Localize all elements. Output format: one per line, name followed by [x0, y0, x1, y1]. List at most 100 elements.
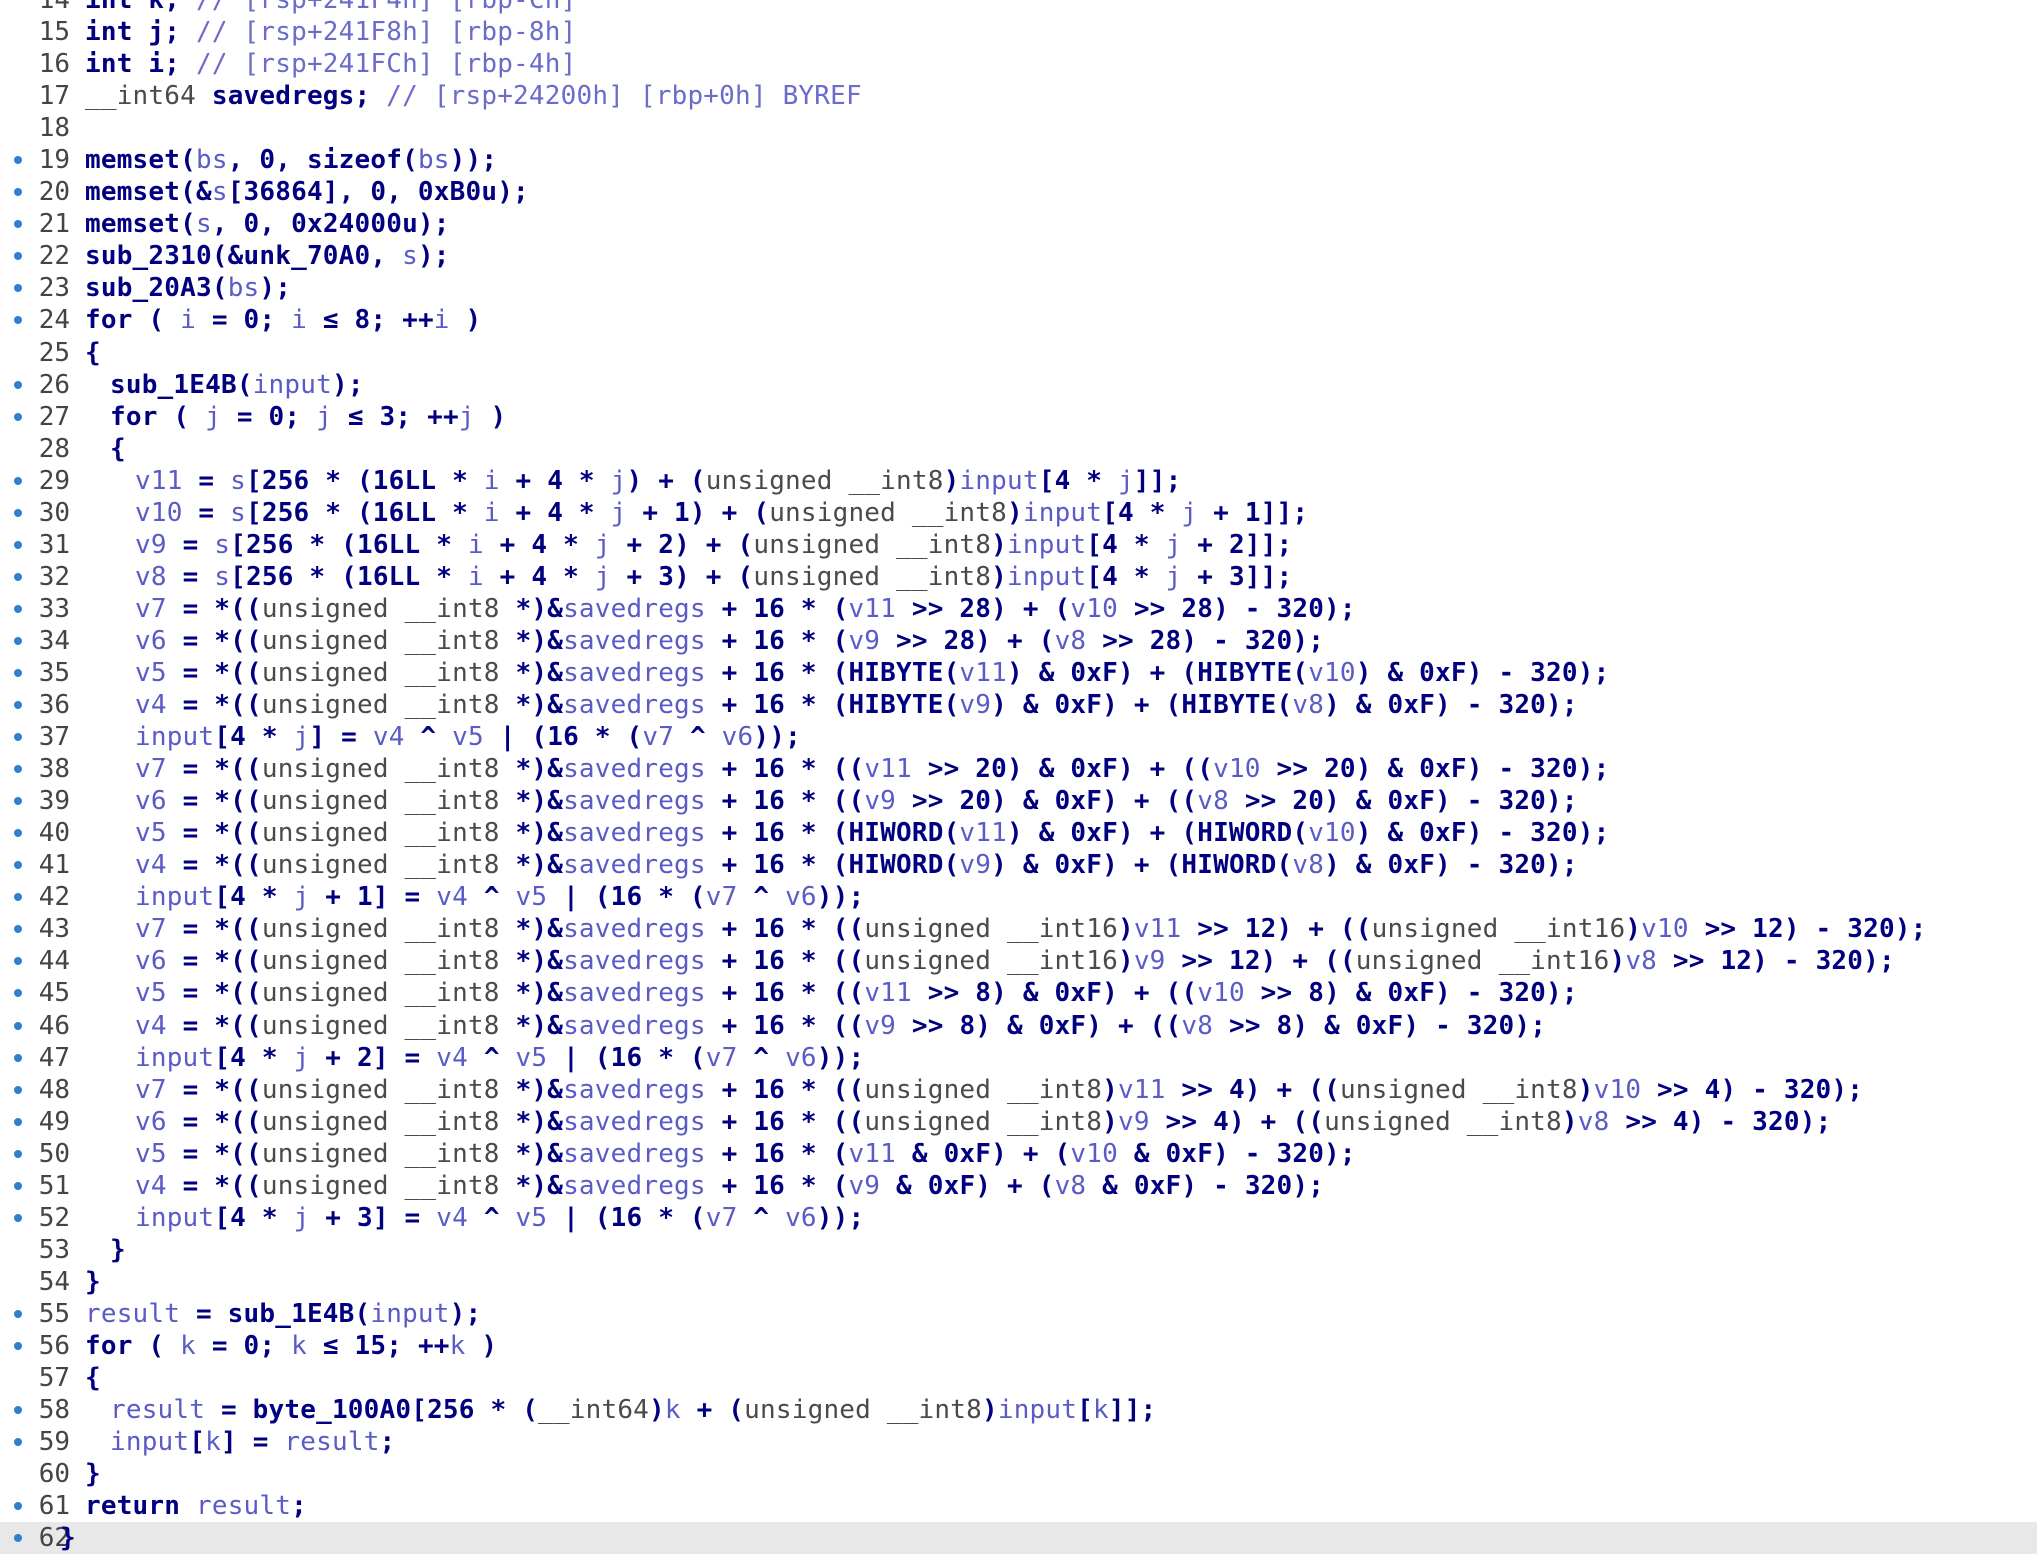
breakpoint-dot-icon[interactable] — [14, 1213, 22, 1222]
code-text[interactable]: v5 = *((unsigned __int8 *)&savedregs + 1… — [135, 977, 1578, 1009]
code-text[interactable]: sub_20A3(bs); — [85, 272, 291, 304]
code-line[interactable]: 33 v7 = *((unsigned __int8 *)&savedregs +… — [0, 593, 2037, 625]
breakpoint-dot-icon[interactable] — [14, 765, 22, 774]
code-line[interactable]: 46 v4 = *((unsigned __int8 *)&savedregs +… — [0, 1010, 2037, 1042]
code-line[interactable]: 20 memset(&s[36864], 0, 0xB0u); — [0, 176, 2037, 208]
code-text[interactable]: } — [85, 1458, 101, 1490]
code-text[interactable]: return result; — [85, 1490, 307, 1522]
code-line[interactable]: 22 sub_2310(&unk_70A0, s); — [0, 240, 2037, 272]
breakpoint-dot-icon[interactable] — [14, 572, 22, 581]
code-text[interactable]: } — [110, 1234, 126, 1266]
code-text[interactable]: sub_2310(&unk_70A0, s); — [85, 240, 450, 272]
code-line[interactable]: 53} — [0, 1234, 2037, 1266]
breakpoint-dot-icon[interactable] — [14, 316, 22, 325]
code-line[interactable]: 34 v6 = *((unsigned __int8 *)&savedregs +… — [0, 625, 2037, 657]
code-line[interactable]: 42 input[4 * j + 1] = v4 ^ v5 | (16 * (v7… — [0, 881, 2037, 913]
breakpoint-dot-icon[interactable] — [14, 957, 22, 966]
breakpoint-dot-icon[interactable] — [14, 1502, 22, 1511]
breakpoint-dot-icon[interactable] — [14, 829, 22, 838]
code-text[interactable]: v4 = *((unsigned __int8 *)&savedregs + 1… — [135, 1170, 1324, 1202]
code-text[interactable]: v6 = *((unsigned __int8 *)&savedregs + 1… — [135, 945, 1895, 977]
code-line[interactable]: 39 v6 = *((unsigned __int8 *)&savedregs +… — [0, 785, 2037, 817]
breakpoint-dot-icon[interactable] — [14, 540, 22, 549]
code-line[interactable]: 14 int k; // [rsp+241F4h] [rbp-Ch] — [0, 0, 2037, 16]
breakpoint-dot-icon[interactable] — [14, 733, 22, 742]
breakpoint-dot-icon[interactable] — [14, 797, 22, 806]
code-line[interactable]: 38 v7 = *((unsigned __int8 *)&savedregs +… — [0, 753, 2037, 785]
code-line[interactable]: 19 memset(bs, 0, sizeof(bs)); — [0, 144, 2037, 176]
code-line[interactable]: 37 input[4 * j] = v4 ^ v5 | (16 * (v7 ^ v… — [0, 721, 2037, 753]
breakpoint-dot-icon[interactable] — [14, 1117, 22, 1126]
code-line[interactable]: 24 for ( i = 0; i ≤ 8; ++i ) — [0, 304, 2037, 336]
code-line[interactable]: 44 v6 = *((unsigned __int8 *)&savedregs +… — [0, 945, 2037, 977]
code-text[interactable]: v7 = *((unsigned __int8 *)&savedregs + 1… — [135, 1074, 1863, 1106]
code-line[interactable]: 16 int i; // [rsp+241FCh] [rbp-4h] — [0, 48, 2037, 80]
code-line[interactable]: 47 input[4 * j + 2] = v4 ^ v5 | (16 * (v7… — [0, 1042, 2037, 1074]
code-text[interactable]: v4 = *((unsigned __int8 *)&savedregs + 1… — [135, 689, 1578, 721]
code-line[interactable]: 23 sub_20A3(bs); — [0, 272, 2037, 304]
code-line[interactable]: 28 { — [0, 433, 2037, 465]
code-text[interactable]: memset(&s[36864], 0, 0xB0u); — [85, 176, 529, 208]
code-text[interactable]: v5 = *((unsigned __int8 *)&savedregs + 1… — [135, 1138, 1356, 1170]
code-line[interactable]: 54} — [0, 1266, 2037, 1298]
code-text[interactable]: for ( j = 0; j ≤ 3; ++j ) — [110, 401, 506, 433]
code-text[interactable]: for ( i = 0; i ≤ 8; ++i ) — [85, 304, 481, 336]
code-line[interactable]: 50 v5 = *((unsigned __int8 *)&savedregs +… — [0, 1138, 2037, 1170]
code-text[interactable]: input[4 * j + 2] = v4 ^ v5 | (16 * (v7 ^… — [135, 1042, 864, 1074]
code-text[interactable]: input[4 * j] = v4 ^ v5 | (16 * (v7 ^ v6)… — [135, 721, 801, 753]
code-line[interactable]: 43 v7 = *((unsigned __int8 *)&savedregs +… — [0, 913, 2037, 945]
breakpoint-dot-icon[interactable] — [14, 1181, 22, 1190]
code-line[interactable]: 26 sub_1E4B(input); — [0, 369, 2037, 401]
code-text[interactable]: sub_1E4B(input); — [110, 369, 364, 401]
code-text[interactable]: { — [110, 433, 126, 465]
code-text[interactable]: v5 = *((unsigned __int8 *)&savedregs + 1… — [135, 657, 1609, 689]
code-text[interactable]: v4 = *((unsigned __int8 *)&savedregs + 1… — [135, 1010, 1546, 1042]
breakpoint-dot-icon[interactable] — [14, 1341, 22, 1350]
code-text[interactable]: input[k] = result; — [110, 1426, 395, 1458]
code-text[interactable]: memset(bs, 0, sizeof(bs)); — [85, 144, 497, 176]
code-line[interactable]: 45 v5 = *((unsigned __int8 *)&savedregs +… — [0, 977, 2037, 1009]
code-text[interactable]: v8 = s[256 * (16LL * i + 4 * j + 3) + (u… — [135, 561, 1292, 593]
breakpoint-dot-icon[interactable] — [14, 701, 22, 710]
breakpoint-dot-icon[interactable] — [14, 508, 22, 517]
breakpoint-dot-icon[interactable] — [14, 284, 22, 293]
code-line[interactable]: 57 { — [0, 1362, 2037, 1394]
code-text[interactable]: } — [85, 1266, 101, 1298]
breakpoint-dot-icon[interactable] — [14, 220, 22, 229]
code-text[interactable]: result = byte_100A0[256 * (__int64)k + (… — [110, 1394, 1156, 1426]
code-line[interactable]: 52 input[4 * j + 3] = v4 ^ v5 | (16 * (v7… — [0, 1202, 2037, 1234]
breakpoint-dot-icon[interactable] — [14, 636, 22, 645]
code-line[interactable]: 31 v9 = s[256 * (16LL * i + 4 * j + 2) + … — [0, 529, 2037, 561]
code-text[interactable]: v6 = *((unsigned __int8 *)&savedregs + 1… — [135, 1106, 1831, 1138]
breakpoint-dot-icon[interactable] — [14, 1053, 22, 1062]
code-text[interactable]: v11 = s[256 * (16LL * i + 4 * j) + (unsi… — [135, 465, 1181, 497]
breakpoint-dot-icon[interactable] — [14, 861, 22, 870]
code-text[interactable]: v6 = *((unsigned __int8 *)&savedregs + 1… — [135, 625, 1324, 657]
code-text[interactable]: memset(s, 0, 0x24000u); — [85, 208, 450, 240]
code-line[interactable]: 55 result = sub_1E4B(input); — [0, 1298, 2037, 1330]
code-line[interactable]: 41 v4 = *((unsigned __int8 *)&savedregs +… — [0, 849, 2037, 881]
breakpoint-dot-icon[interactable] — [14, 1309, 22, 1318]
code-text[interactable]: v7 = *((unsigned __int8 *)&savedregs + 1… — [135, 593, 1356, 625]
code-text[interactable]: v6 = *((unsigned __int8 *)&savedregs + 1… — [135, 785, 1578, 817]
breakpoint-dot-icon[interactable] — [14, 412, 22, 421]
code-line[interactable]: 36 v4 = *((unsigned __int8 *)&savedregs +… — [0, 689, 2037, 721]
breakpoint-dot-icon[interactable] — [14, 604, 22, 613]
code-line[interactable]: 30 v10 = s[256 * (16LL * i + 4 * j + 1) +… — [0, 497, 2037, 529]
breakpoint-dot-icon[interactable] — [14, 1438, 22, 1447]
code-text[interactable]: } — [60, 1522, 76, 1554]
code-text[interactable]: int i; // [rsp+241FCh] [rbp-4h] — [85, 48, 576, 80]
code-line[interactable]: 60} — [0, 1458, 2037, 1490]
code-text[interactable]: v7 = *((unsigned __int8 *)&savedregs + 1… — [135, 753, 1609, 785]
breakpoint-dot-icon[interactable] — [14, 925, 22, 934]
code-line[interactable]: 27 for ( j = 0; j ≤ 3; ++j ) — [0, 401, 2037, 433]
breakpoint-dot-icon[interactable] — [14, 668, 22, 677]
breakpoint-dot-icon[interactable] — [14, 1149, 22, 1158]
code-line[interactable]: 61 return result; — [0, 1490, 2037, 1522]
code-line[interactable]: 62} — [0, 1522, 2037, 1554]
breakpoint-dot-icon[interactable] — [14, 380, 22, 389]
breakpoint-dot-icon[interactable] — [14, 989, 22, 998]
code-line[interactable]: 18 — [0, 112, 2037, 144]
code-line[interactable]: 32 v8 = s[256 * (16LL * i + 4 * j + 3) + … — [0, 561, 2037, 593]
code-text[interactable]: input[4 * j + 3] = v4 ^ v5 | (16 * (v7 ^… — [135, 1202, 864, 1234]
